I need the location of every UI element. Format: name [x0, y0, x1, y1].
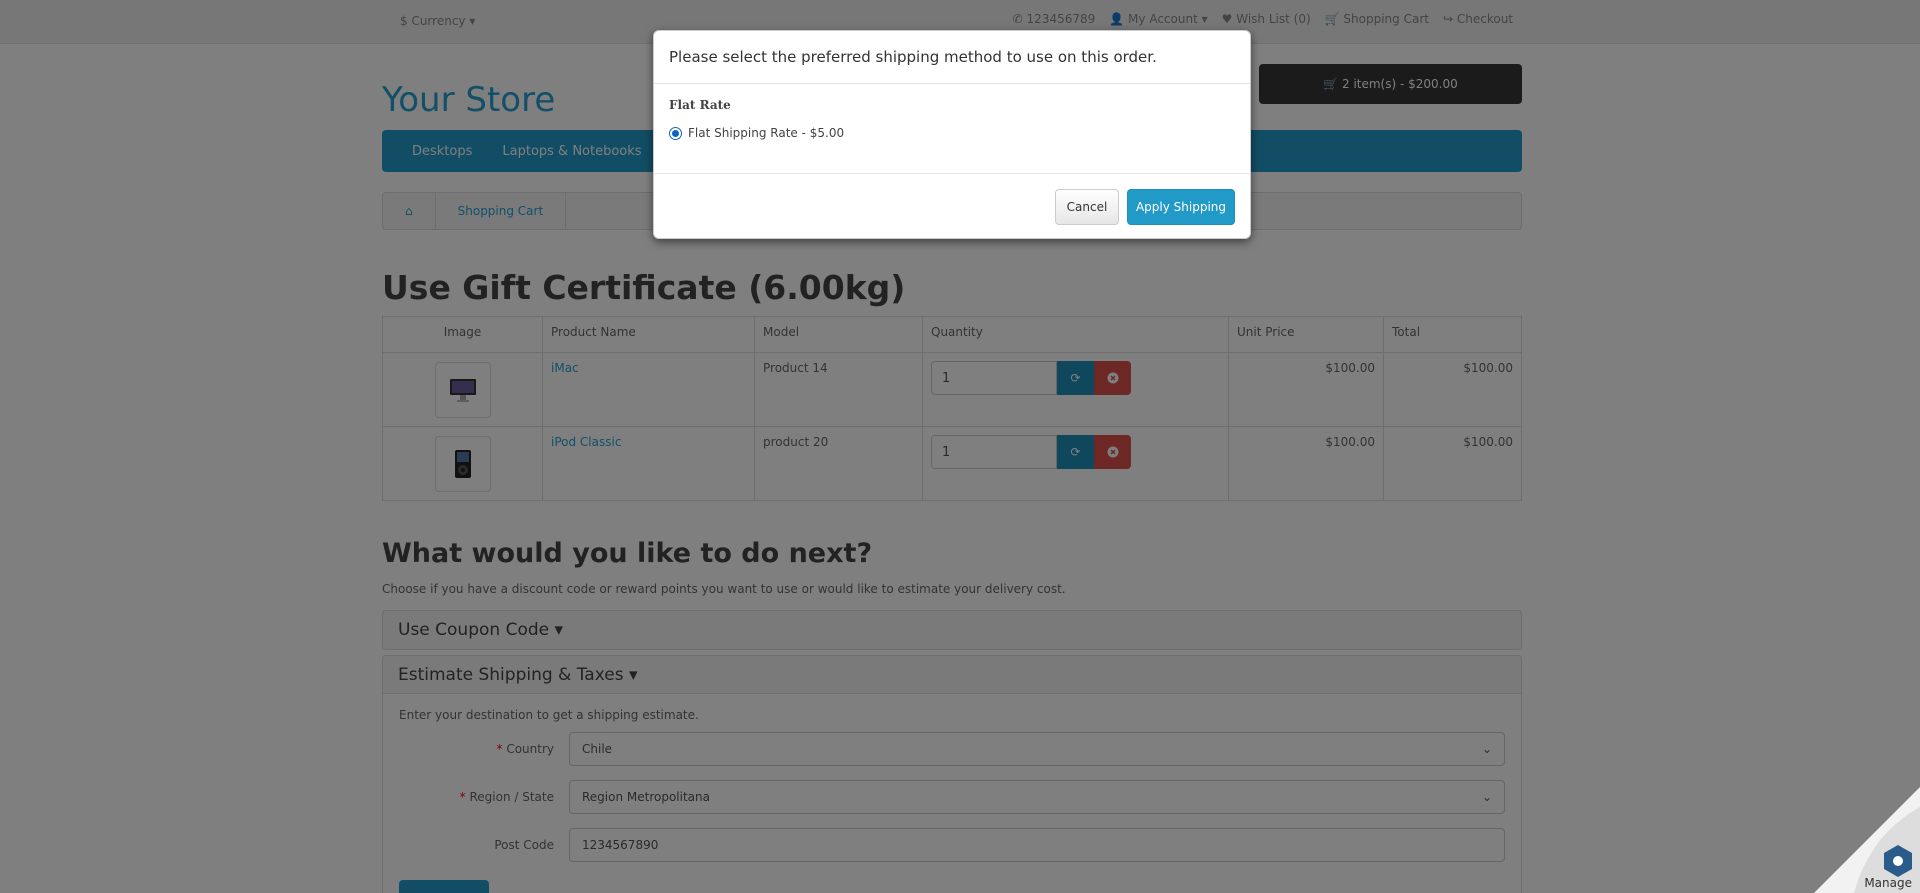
- dialog-title: Please select the preferred shipping met…: [654, 31, 1250, 84]
- apply-shipping-button[interactable]: Apply Shipping: [1127, 189, 1235, 225]
- manage-label: Manage: [1864, 876, 1912, 890]
- shipping-option-label: Flat Shipping Rate - $5.00: [688, 126, 845, 140]
- shipping-group-label: Flat Rate: [669, 98, 731, 112]
- shipping-option[interactable]: Flat Shipping Rate - $5.00: [669, 126, 1235, 140]
- radio-button[interactable]: [669, 126, 682, 140]
- manage-widget[interactable]: Manage: [1814, 787, 1920, 893]
- cancel-button[interactable]: Cancel: [1055, 189, 1119, 225]
- shipping-method-dialog: Please select the preferred shipping met…: [653, 30, 1251, 239]
